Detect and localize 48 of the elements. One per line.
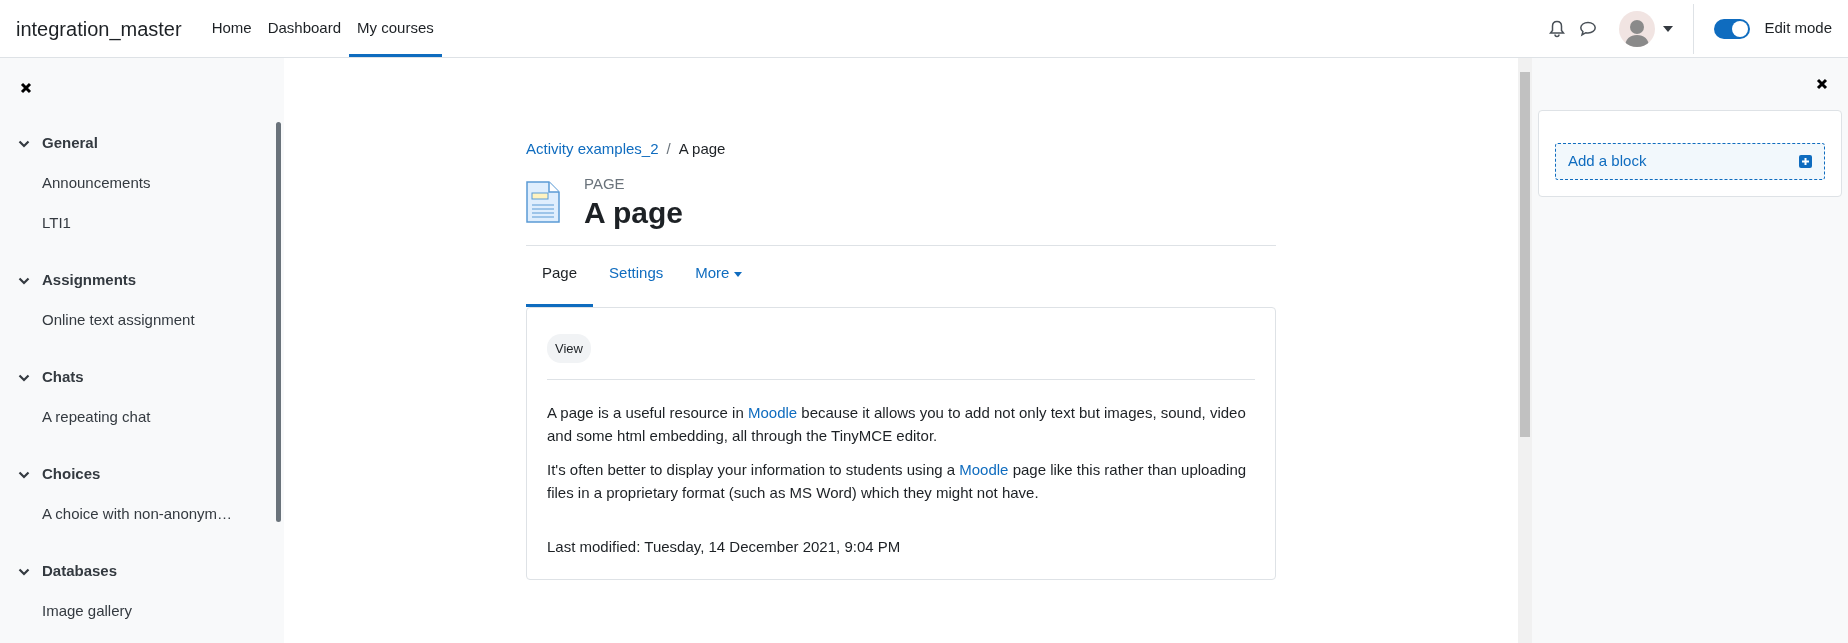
section-title[interactable]: Choices bbox=[42, 463, 101, 486]
last-modified-text: Last modified: Tuesday, 14 December 2021, 9:04 PM bbox=[547, 537, 902, 557]
nav-link[interactable]: Dashboard bbox=[259, 3, 350, 57]
add-block-button[interactable]: Add a block bbox=[1555, 143, 1825, 180]
edit-mode-label: Edit mode bbox=[1764, 18, 1832, 39]
activity-link[interactable]: A repeating chat bbox=[18, 405, 151, 430]
section-title[interactable]: Databases bbox=[42, 560, 118, 583]
body-paragraph: A page is a useful resource in Moodle because it allows you to add not only text but images, sound, video and some html embedding, all through the TinyMCE editor. bbox=[547, 403, 1247, 446]
activity-link[interactable]: LTI1 bbox=[18, 211, 71, 236]
body-paragraph: It's often better to display your information to students using a Moodle page like this rather than uploading files in a proprietary format (such as MS Word) which they might not have. bbox=[547, 460, 1248, 503]
chevron-down-icon[interactable] bbox=[18, 567, 30, 576]
chat-bubble-icon[interactable] bbox=[1579, 20, 1598, 37]
user-avatar[interactable] bbox=[1619, 10, 1656, 47]
section-title[interactable]: Assignments bbox=[42, 269, 137, 292]
activity-type-label: PAGE bbox=[584, 173, 626, 194]
close-icon[interactable] bbox=[1816, 78, 1828, 90]
activity-link[interactable]: Image gallery bbox=[18, 599, 133, 624]
plus-icon bbox=[1799, 154, 1812, 168]
section-title[interactable]: General bbox=[42, 132, 98, 155]
moodle-link[interactable]: Moodle bbox=[959, 461, 1009, 478]
chevron-down-icon[interactable] bbox=[18, 373, 30, 382]
activity-link[interactable]: Announcements bbox=[18, 171, 151, 196]
breadcrumb-current: A page bbox=[678, 139, 726, 159]
chevron-down-icon[interactable] bbox=[18, 139, 30, 148]
scrollbar[interactable] bbox=[1518, 58, 1532, 643]
activity-link[interactable]: A choice with non-anonym… bbox=[18, 502, 233, 527]
nav-link[interactable]: Home bbox=[203, 3, 260, 57]
site-name[interactable]: integration_master bbox=[16, 0, 182, 57]
caret-icon bbox=[733, 271, 742, 277]
page-title: A page bbox=[584, 195, 683, 231]
chevron-down-icon[interactable] bbox=[18, 470, 30, 479]
chevron-down-icon[interactable] bbox=[18, 276, 30, 285]
edit-mode-switch[interactable] bbox=[1714, 18, 1751, 39]
tab[interactable]: Page bbox=[526, 246, 594, 307]
caret-icon[interactable] bbox=[1663, 25, 1674, 32]
breadcrumb-separator: / bbox=[666, 139, 671, 159]
bell-icon[interactable] bbox=[1549, 19, 1566, 38]
view-label: View bbox=[547, 333, 591, 363]
nav-link[interactable]: My courses bbox=[349, 3, 442, 57]
close-icon[interactable] bbox=[20, 82, 32, 95]
scrollbar-thumb[interactable] bbox=[276, 122, 281, 522]
page-document-icon bbox=[526, 180, 560, 223]
section-title[interactable]: Chats bbox=[42, 366, 84, 389]
breadcrumb-link[interactable]: Activity examples_2 bbox=[526, 138, 659, 161]
activity-link[interactable]: Online text assignment bbox=[18, 308, 195, 333]
tab[interactable]: Settings bbox=[593, 246, 680, 307]
more-menu-tab[interactable]: More bbox=[679, 246, 758, 307]
moodle-link[interactable]: Moodle bbox=[747, 404, 798, 421]
